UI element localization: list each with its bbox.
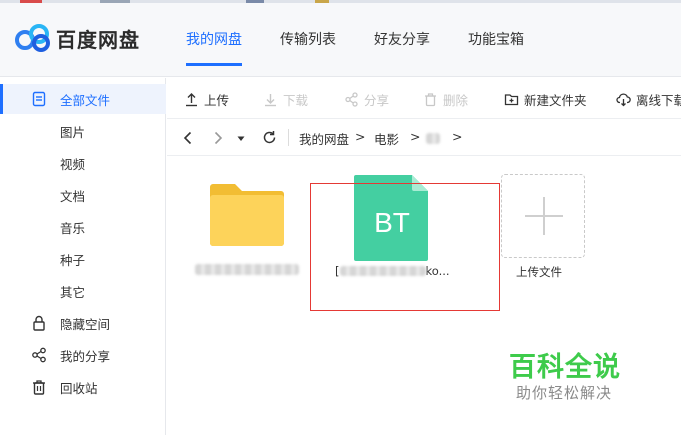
upload-file-tile[interactable] xyxy=(501,174,585,258)
breadcrumb-root[interactable]: 我的网盘 xyxy=(299,129,349,148)
sidebar-item-docs[interactable]: 文档 xyxy=(0,180,166,210)
sidebar-item-label: 隐藏空间 xyxy=(60,316,111,332)
delete-button[interactable]: 删除 xyxy=(423,90,468,109)
share-button-label: 分享 xyxy=(364,93,390,108)
sidebar-item-label: 回收站 xyxy=(60,380,98,396)
document-icon xyxy=(32,91,46,107)
cloud-download-icon xyxy=(616,93,631,107)
sidebar-item-others[interactable]: 其它 xyxy=(0,276,166,306)
sidebar-item-recycle-bin[interactable]: 回收站 xyxy=(0,372,166,402)
trash-icon xyxy=(425,93,436,107)
upload-icon xyxy=(186,93,197,107)
upload-button-label: 上传 xyxy=(204,93,230,108)
sidebar-item-label: 图片 xyxy=(60,124,86,140)
sidebar-item-label: 种子 xyxy=(60,252,86,268)
refresh-icon[interactable] xyxy=(262,130,277,145)
top-nav: 我的网盘 传输列表 好友分享 功能宝箱 xyxy=(186,29,562,66)
upload-file-label[interactable]: 上传文件 xyxy=(516,264,562,280)
offline-download-button[interactable]: 离线下载 xyxy=(616,90,681,109)
baidu-cloud-logo-icon xyxy=(15,24,50,52)
sidebar-item-videos[interactable]: 视频 xyxy=(0,148,166,178)
sidebar-item-all-files[interactable]: 全部文件 xyxy=(0,84,166,114)
plus-icon-bar xyxy=(525,215,563,217)
forward-arrow-icon[interactable] xyxy=(213,131,223,145)
breadcrumb-separator: > xyxy=(410,129,421,144)
toolbar: 上传 下载 分享 删除 新建文件夹 离线下载 xyxy=(167,78,681,118)
history-dropdown-icon[interactable] xyxy=(237,136,245,142)
sidebar-item-label: 视频 xyxy=(60,156,86,172)
download-button[interactable]: 下载 xyxy=(263,90,308,109)
breadcrumb-bar: 我的网盘 > 电影 > > xyxy=(167,118,681,156)
lock-icon xyxy=(33,315,45,331)
tab-friend-share[interactable]: 好友分享 xyxy=(374,29,430,49)
sidebar-item-music[interactable]: 音乐 xyxy=(0,212,166,242)
back-arrow-icon[interactable] xyxy=(183,131,193,145)
breadcrumb-separator: > xyxy=(452,129,463,144)
offline-download-button-label: 离线下载 xyxy=(636,93,681,108)
delete-button-label: 删除 xyxy=(443,93,469,108)
upload-button[interactable]: 上传 xyxy=(184,90,229,109)
download-button-label: 下载 xyxy=(283,93,309,108)
breadcrumb-current-blurred[interactable] xyxy=(426,133,440,144)
tab-transfer-list[interactable]: 传输列表 xyxy=(280,29,336,49)
watermark-title: 百科全说 xyxy=(509,352,621,383)
sidebar: 全部文件 图片 视频 文档 音乐 种子 其它 隐藏空间 我的分享 回收站 xyxy=(0,78,166,435)
new-folder-icon xyxy=(504,94,519,106)
new-folder-button[interactable]: 新建文件夹 xyxy=(504,90,587,109)
trash-icon xyxy=(33,380,45,395)
sidebar-item-images[interactable]: 图片 xyxy=(0,116,166,146)
breadcrumb-divider xyxy=(288,129,289,146)
app-name: 百度网盘 xyxy=(56,27,140,52)
tab-my-disk[interactable]: 我的网盘 xyxy=(186,29,242,66)
sidebar-item-label: 文档 xyxy=(60,188,86,204)
sidebar-item-my-share[interactable]: 我的分享 xyxy=(0,340,166,370)
watermark-subtitle: 助你轻松解决 xyxy=(516,384,613,402)
app-logo[interactable]: 百度网盘 xyxy=(14,23,140,53)
share-icon xyxy=(345,92,358,107)
tab-toolbox[interactable]: 功能宝箱 xyxy=(468,29,524,49)
folder-icon xyxy=(210,184,284,246)
sidebar-item-label: 其它 xyxy=(60,284,86,300)
folder-name-blurred xyxy=(195,264,299,275)
breadcrumb-folder-movies[interactable]: 电影 xyxy=(374,129,399,148)
new-folder-button-label: 新建文件夹 xyxy=(524,93,587,108)
sidebar-item-label: 全部文件 xyxy=(60,92,111,108)
breadcrumb-separator: > xyxy=(355,129,366,144)
share-icon xyxy=(32,347,46,363)
share-button[interactable]: 分享 xyxy=(344,90,389,109)
selection-highlight-box xyxy=(310,183,500,311)
sidebar-item-hidden-space[interactable]: 隐藏空间 xyxy=(0,308,166,338)
sidebar-item-label: 音乐 xyxy=(60,220,86,236)
header: 百度网盘 我的网盘 传输列表 好友分享 功能宝箱 xyxy=(0,3,681,77)
download-icon xyxy=(265,94,276,107)
sidebar-item-torrents[interactable]: 种子 xyxy=(0,244,166,274)
sidebar-item-label: 我的分享 xyxy=(60,348,111,364)
